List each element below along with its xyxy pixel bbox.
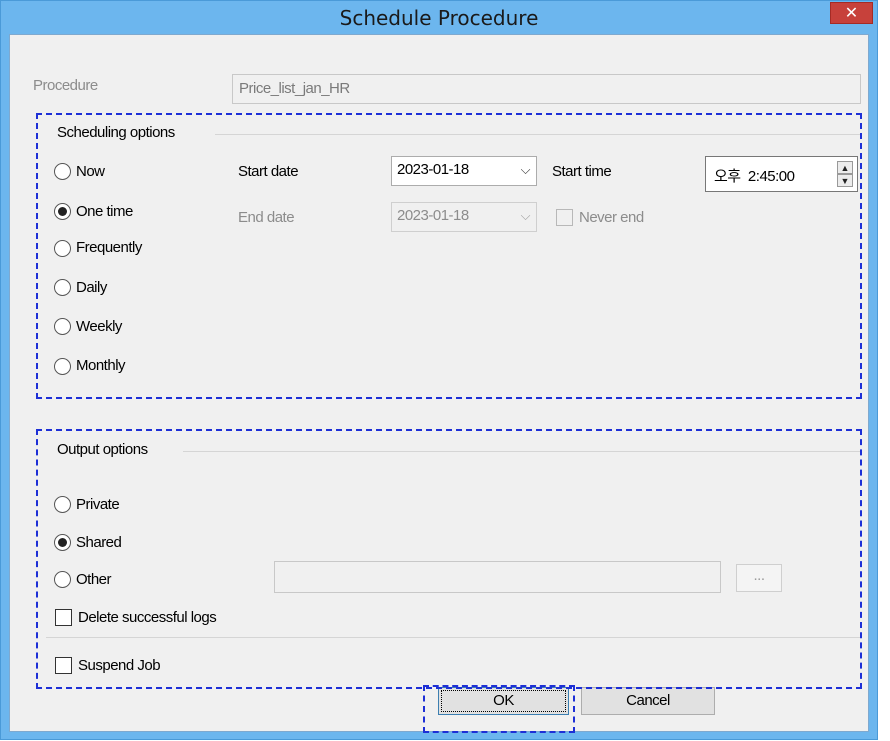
cancel-button[interactable]: Cancel (581, 687, 715, 715)
never-end-checkbox[interactable] (556, 209, 573, 226)
spin-up-icon: ▲ (840, 163, 850, 173)
suspend-job-checkbox[interactable] (55, 657, 72, 674)
radio-daily[interactable] (54, 279, 71, 296)
radio-weekly-label[interactable]: Weekly (76, 318, 122, 335)
close-icon: ✕ (844, 3, 859, 22)
radio-other[interactable] (54, 571, 71, 588)
radio-private[interactable] (54, 496, 71, 513)
window-title: Schedule Procedure (339, 6, 539, 30)
time-spin-up[interactable]: ▲ (837, 161, 853, 174)
radio-frequently[interactable] (54, 240, 71, 257)
spin-down-icon: ▼ (840, 176, 850, 186)
start-time-label: Start time (552, 163, 612, 180)
procedure-field: Price_list_jan_HR (232, 74, 861, 104)
radio-one-time[interactable] (54, 203, 71, 220)
start-date-value: 2023-01-18 (397, 161, 469, 178)
radio-private-label[interactable]: Private (76, 496, 120, 513)
title-bar[interactable]: Schedule Procedure ✕ (1, 1, 877, 34)
radio-now[interactable] (54, 163, 71, 180)
radio-monthly-label[interactable]: Monthly (76, 357, 126, 374)
radio-shared[interactable] (54, 534, 71, 551)
delete-logs-label[interactable]: Delete successful logs (78, 609, 217, 626)
delete-logs-checkbox[interactable] (55, 609, 72, 626)
suspend-job-label[interactable]: Suspend Job (78, 657, 161, 674)
radio-other-label[interactable]: Other (76, 571, 112, 588)
scheduling-group-rule (215, 134, 860, 135)
chevron-down-icon[interactable]: ⌵ (521, 157, 531, 183)
ok-button-label: OK (493, 692, 514, 709)
dialog-window: Schedule Procedure ✕ Procedure Price_lis… (0, 0, 878, 740)
output-group-rule (183, 451, 860, 452)
procedure-label: Procedure (33, 77, 98, 94)
end-date-picker[interactable]: 2023-01-18 ⌵ (391, 202, 537, 232)
radio-weekly[interactable] (54, 318, 71, 335)
end-date-value: 2023-01-18 (397, 207, 469, 224)
never-end-label: Never end (579, 209, 644, 226)
close-button[interactable]: ✕ (830, 2, 873, 24)
start-time-value[interactable]: 오후 2:45:00 (714, 165, 795, 186)
end-date-label: End date (238, 209, 295, 226)
output-options-title: Output options (57, 441, 148, 458)
radio-one-time-label[interactable]: One time (76, 203, 133, 220)
ok-button[interactable]: OK (438, 687, 569, 715)
radio-shared-label[interactable]: Shared (76, 534, 122, 551)
browse-button[interactable]: ... (736, 564, 782, 592)
radio-monthly[interactable] (54, 358, 71, 375)
radio-now-label[interactable]: Now (76, 163, 105, 180)
chevron-down-icon[interactable]: ⌵ (521, 203, 531, 229)
other-path-field[interactable] (274, 561, 721, 593)
time-spin-down[interactable]: ▼ (837, 174, 853, 187)
start-time-picker[interactable]: 오후 2:45:00 ▲ ▼ (705, 156, 858, 192)
start-date-label: Start date (238, 163, 299, 180)
scheduling-options-title: Scheduling options (57, 124, 175, 141)
separator (46, 637, 860, 638)
dialog-body: Procedure Price_list_jan_HR Scheduling o… (9, 34, 869, 732)
radio-frequently-label[interactable]: Frequently (76, 239, 142, 256)
radio-daily-label[interactable]: Daily (76, 279, 107, 296)
start-date-picker[interactable]: 2023-01-18 ⌵ (391, 156, 537, 186)
